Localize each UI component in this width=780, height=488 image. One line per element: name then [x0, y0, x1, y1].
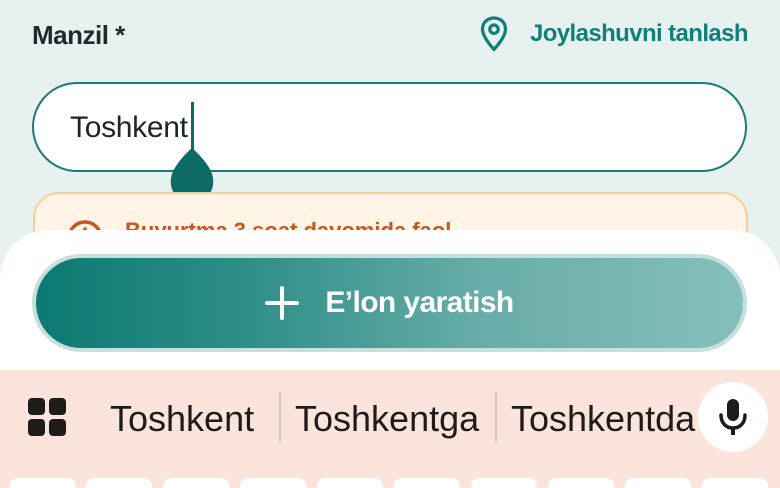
address-input-value: Toshkent — [70, 111, 188, 144]
keyboard-key[interactable] — [625, 478, 691, 488]
address-label-row: Manzil * Joylashuvni tanlash — [32, 16, 749, 52]
keyboard-key[interactable] — [702, 478, 768, 488]
suggestion-divider — [279, 392, 281, 442]
choose-location-label: Joylashuvni tanlash — [529, 20, 749, 47]
keyboard-key[interactable] — [10, 478, 76, 488]
create-listing-button[interactable]: E’lon yaratish — [32, 254, 747, 352]
map-pin-icon — [480, 16, 508, 52]
suggestion-3[interactable]: Toshkentda — [511, 394, 695, 444]
keyboard-key[interactable] — [394, 478, 460, 488]
keyboard-key[interactable] — [163, 478, 229, 488]
keyboard-key[interactable] — [240, 478, 306, 488]
keyboard-key[interactable] — [86, 478, 152, 488]
keyboard-key-row — [0, 478, 780, 488]
address-input[interactable]: Toshkent — [32, 82, 747, 172]
grid-icon[interactable] — [28, 398, 66, 436]
voice-input-button[interactable] — [698, 382, 768, 452]
suggestion-1[interactable]: Toshkent — [110, 394, 254, 444]
keyboard-key[interactable] — [548, 478, 614, 488]
suggestion-2[interactable]: Toshkentga — [295, 394, 479, 444]
suggestion-divider — [495, 392, 497, 442]
keyboard-key[interactable] — [317, 478, 383, 488]
address-label: Manzil * — [32, 20, 125, 50]
keyboard-suggestion-bar: Toshkent Toshkentga Toshkentda — [0, 370, 780, 488]
keyboard-key[interactable] — [471, 478, 537, 488]
microphone-icon — [719, 399, 747, 435]
choose-location-link[interactable]: Joylashuvni tanlash — [480, 16, 749, 52]
create-listing-label: E’lon yaratish — [325, 286, 514, 319]
plus-icon — [265, 286, 300, 320]
